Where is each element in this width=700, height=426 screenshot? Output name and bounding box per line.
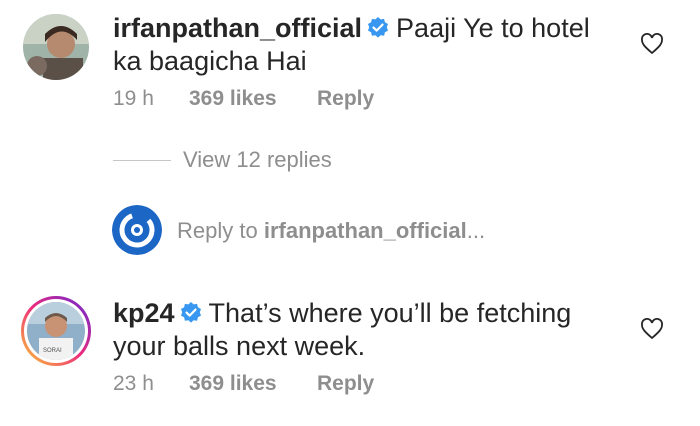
reply-button[interactable]: Reply bbox=[317, 87, 374, 111]
verified-badge-icon bbox=[366, 15, 390, 39]
comment-username[interactable]: irfanpathan_official bbox=[113, 13, 362, 43]
current-user-avatar bbox=[112, 205, 162, 255]
avatar-irfanpathan[interactable] bbox=[23, 14, 89, 80]
likes-count[interactable]: 369 likes bbox=[189, 372, 277, 396]
reply-button[interactable]: Reply bbox=[317, 372, 374, 396]
likes-count[interactable]: 369 likes bbox=[189, 87, 277, 111]
comment-meta: 19 h bbox=[113, 87, 154, 111]
comment-username[interactable]: kp24 bbox=[113, 298, 175, 328]
comment-body: irfanpathan_official Paaji Ye to hotel ka… bbox=[113, 12, 613, 78]
comment-body: kp24 That’s where you’ll be fetching your… bbox=[113, 297, 623, 363]
reply-input[interactable]: Reply to irfanpathan_official... bbox=[177, 218, 485, 244]
heart-icon[interactable] bbox=[640, 318, 664, 340]
reply-input-prefix: Reply to bbox=[177, 218, 264, 243]
reply-input-ellipsis: ... bbox=[466, 218, 486, 243]
view-replies-button[interactable]: View 12 replies bbox=[183, 147, 332, 173]
svg-text:SORAI: SORAI bbox=[43, 348, 62, 354]
reply-input-target: irfanpathan_official bbox=[263, 218, 467, 243]
view-replies-divider bbox=[113, 160, 171, 161]
avatar-kp24[interactable]: SORAI bbox=[21, 296, 91, 366]
comment-time: 23 h bbox=[113, 372, 154, 395]
comment-time: 19 h bbox=[113, 87, 154, 110]
comment-meta: 23 h bbox=[113, 372, 154, 396]
heart-icon[interactable] bbox=[640, 33, 664, 55]
verified-badge-icon bbox=[179, 300, 203, 324]
